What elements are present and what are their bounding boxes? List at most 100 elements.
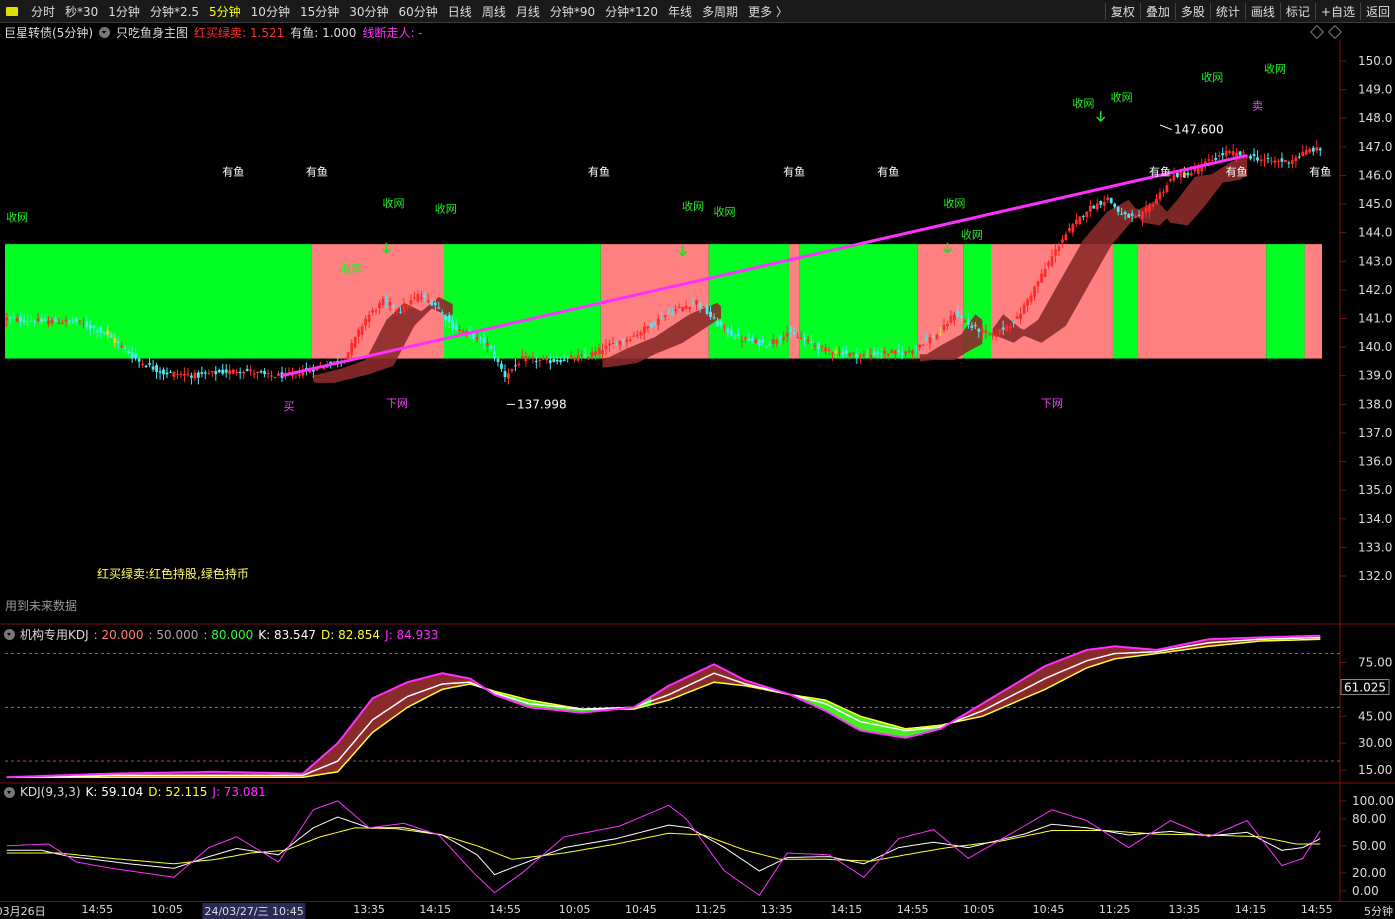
candle-body — [514, 365, 517, 367]
candle-body — [1099, 200, 1103, 205]
candle-body — [176, 374, 179, 376]
candle-body — [102, 331, 106, 334]
candle-body — [520, 355, 524, 359]
candle-body — [709, 311, 712, 318]
candle-body — [1029, 295, 1033, 302]
candle-body — [702, 306, 705, 308]
candle-body — [963, 321, 967, 323]
candle-body — [1179, 171, 1183, 178]
candle-body — [914, 345, 918, 348]
candle-body — [109, 333, 113, 339]
y-tick-label: 141.0 — [1358, 312, 1392, 326]
candle-body — [869, 354, 873, 358]
time-axis-label: 10:05 — [558, 903, 591, 916]
candle-body — [270, 375, 273, 377]
candle-body — [726, 328, 730, 334]
candle-body — [40, 318, 43, 322]
y-tick-label: 142.0 — [1358, 283, 1392, 297]
y-tick-label: 133.0 — [1358, 540, 1392, 554]
candle-body — [1085, 211, 1089, 218]
candle-body — [22, 319, 26, 323]
candle-body — [803, 337, 807, 340]
candle-body — [921, 344, 925, 346]
kdj-933-chart[interactable]: 100.00 80.00 50.00 20.00 0.00 — [0, 784, 1395, 902]
candle-body — [1189, 172, 1193, 176]
candle-body — [980, 328, 984, 333]
candle-body — [918, 344, 921, 348]
candle-body — [1015, 316, 1019, 319]
signal-label: 买 — [283, 400, 294, 413]
candle-body — [973, 324, 977, 326]
kdj-933-header: KDJ(9,3,3) K: 59.104 D: 52.115 J: 73.081 — [4, 785, 266, 799]
candle-body — [1057, 246, 1061, 252]
kdj-d-value: 82.854 — [338, 627, 381, 642]
candle-body — [886, 354, 890, 356]
candle-body — [273, 376, 277, 378]
main-chart[interactable]: 150.0 149.0 148.0 147.0 146.0 145.0 144.0 143.0… — [0, 0, 1395, 626]
kdj-933-settings-icon[interactable] — [4, 786, 15, 798]
kdj-param-20-value: 20.000 — [101, 627, 144, 642]
candle-body — [1252, 154, 1256, 157]
candle-body — [496, 358, 500, 362]
candle-body — [677, 307, 681, 309]
candle-body — [548, 360, 552, 364]
candle-body — [249, 369, 253, 372]
candle-body — [698, 302, 702, 308]
y-tick-label: 148.0 — [1358, 111, 1392, 125]
candle-body — [1158, 192, 1162, 200]
candle-body — [604, 345, 608, 350]
candle-body — [395, 309, 399, 311]
time-axis-label: 14:55 — [896, 903, 929, 916]
kdj2-k-name: K — [85, 785, 94, 799]
candle-body — [848, 353, 852, 357]
candle-body — [1228, 151, 1232, 154]
candle-body — [576, 355, 580, 361]
candle-body — [858, 355, 862, 357]
candle-body — [653, 321, 657, 325]
candle-body — [810, 341, 813, 343]
time-axis-label: 14:55 — [489, 903, 521, 916]
candle-body — [1176, 173, 1179, 178]
candle-body — [851, 352, 855, 355]
candle-body — [817, 343, 820, 350]
candle-body — [1005, 325, 1009, 332]
y-tick-label: 150.0 — [1358, 54, 1392, 68]
candle-body — [364, 318, 368, 326]
candle-body — [900, 352, 904, 356]
y-tick-label: 137.0 — [1358, 426, 1392, 440]
candle-body — [1270, 160, 1273, 162]
down-arrow-icon — [1096, 111, 1106, 123]
kdj-institution-title[interactable]: 机构专用KDJ — [20, 626, 89, 643]
candle-body — [771, 339, 775, 344]
candle-body — [834, 350, 838, 354]
candle-body — [1294, 157, 1298, 162]
candle-body — [1050, 256, 1054, 267]
candle-body — [106, 330, 110, 335]
signal-label: 收网 — [382, 196, 404, 210]
kdj-933-title[interactable]: KDJ(9,3,3) — [20, 785, 81, 799]
candle-body — [1109, 197, 1113, 204]
kdj2-k-readout: K: 59.104 — [85, 785, 144, 799]
candle-body — [1249, 155, 1252, 159]
kdj-institution-chart[interactable]: 75.00 45.00 30.00 15.00 61.025 — [0, 624, 1395, 784]
candle-body — [1123, 212, 1127, 215]
candle-body — [1169, 179, 1172, 182]
signal-label: 收网 — [1111, 90, 1133, 104]
candle-body — [527, 357, 531, 359]
candle-body — [1273, 160, 1277, 163]
y-tick-label: 50.00 — [1352, 839, 1386, 853]
candle-body — [1036, 281, 1040, 287]
candle-body — [183, 374, 186, 376]
candle-body — [256, 371, 259, 374]
candle-body — [883, 351, 887, 354]
candle-body — [500, 363, 503, 369]
candle-body — [298, 374, 301, 376]
candle-body — [1120, 213, 1124, 215]
y-tick-label: 139.0 — [1358, 369, 1392, 383]
kdj-institution-settings-icon[interactable] — [4, 629, 15, 640]
candle-body — [667, 312, 671, 314]
candle-body — [75, 318, 78, 322]
candle-body — [1061, 239, 1064, 243]
y-tick-label: 145.0 — [1358, 197, 1392, 211]
candle-body — [601, 350, 604, 354]
